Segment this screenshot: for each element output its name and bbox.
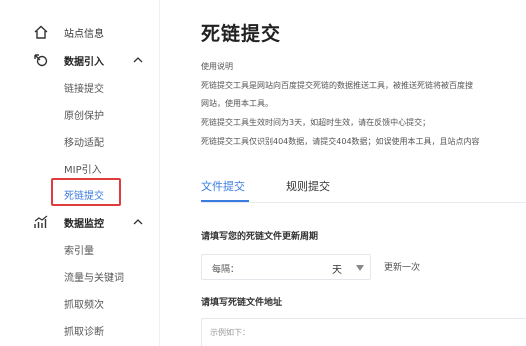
- sidebar-subitem-link-submit[interactable]: 链接提交: [64, 80, 104, 95]
- sidebar-subitem-mobile-adapt[interactable]: 移动适配: [64, 134, 104, 149]
- usage-heading: 使用说明: [201, 62, 233, 71]
- sidebar-item-label: 站点信息: [64, 28, 104, 40]
- sidebar-subitem-crawl-frequency[interactable]: 抓取频次: [64, 296, 104, 311]
- data-import-icon: [33, 52, 49, 68]
- sidebar-item-data-import[interactable]: 数据引入: [0, 50, 160, 70]
- address-section-label: 请填写死链文件地址: [201, 298, 283, 308]
- main-content: 死链提交 使用说明 死链提交工具是网站向百度提交死链的数据推送工具，被推送死链将…: [160, 0, 526, 346]
- tab-file-submit[interactable]: 文件提交: [201, 178, 245, 194]
- sidebar-subitem-crawl-diagnosis[interactable]: 抓取诊断: [64, 323, 104, 338]
- period-prefix: 每隔：: [212, 265, 240, 275]
- sidebar-item-data-monitor[interactable]: 数据监控: [0, 212, 160, 232]
- usage-line: 网站，使用本工具。: [201, 99, 273, 108]
- sidebar: 站点信息 数据引入 链接提交 原创保护 移动适配 MIP引入 死链提交 数据监控…: [0, 0, 160, 346]
- sidebar-subitem-original-protection[interactable]: 原创保护: [64, 107, 104, 122]
- home-icon: [33, 24, 49, 40]
- sidebar-item-label: 数据监控: [64, 218, 104, 230]
- sidebar-subitem-traffic-keywords[interactable]: 流量与关键词: [64, 269, 124, 284]
- usage-line: 死链提交工具是网站向百度提交死链的数据推送工具，被推送死链将被百度搜: [201, 81, 473, 90]
- tab-rule-submit[interactable]: 规则提交: [286, 178, 330, 194]
- page-title: 死链提交: [201, 23, 282, 45]
- sidebar-subitem-dead-link[interactable]: 死链提交: [64, 187, 104, 202]
- period-section-label: 请填写您的死链文件更新周期: [201, 232, 319, 242]
- usage-line: 死链提交工具仅识别404数据，请提交404数据；如误使用本工具，且站点内容: [201, 137, 480, 146]
- sidebar-item-label: 数据引入: [64, 56, 104, 68]
- sidebar-subitem-index-volume[interactable]: 索引量: [64, 242, 94, 257]
- period-unit-value: 天: [332, 265, 342, 276]
- sidebar-subitem-mip[interactable]: MIP引入: [64, 161, 102, 176]
- sidebar-item-site-info[interactable]: 站点信息: [0, 22, 160, 42]
- caret-down-icon: [356, 265, 364, 271]
- dead-link-url-textarea[interactable]: 示例如下：: [201, 318, 526, 346]
- textarea-placeholder: 示例如下：: [210, 328, 250, 337]
- usage-line: 死链提交工具生效时间为3天，如超时生效，请在反馈中心提交；: [201, 118, 431, 127]
- tab-divider: [201, 202, 526, 203]
- chevron-up-icon[interactable]: [132, 216, 144, 228]
- chevron-up-icon[interactable]: [132, 54, 144, 66]
- period-suffix: 更新一次: [384, 263, 421, 273]
- chart-icon: [33, 214, 49, 230]
- period-select[interactable]: 每隔： 天: [201, 254, 371, 280]
